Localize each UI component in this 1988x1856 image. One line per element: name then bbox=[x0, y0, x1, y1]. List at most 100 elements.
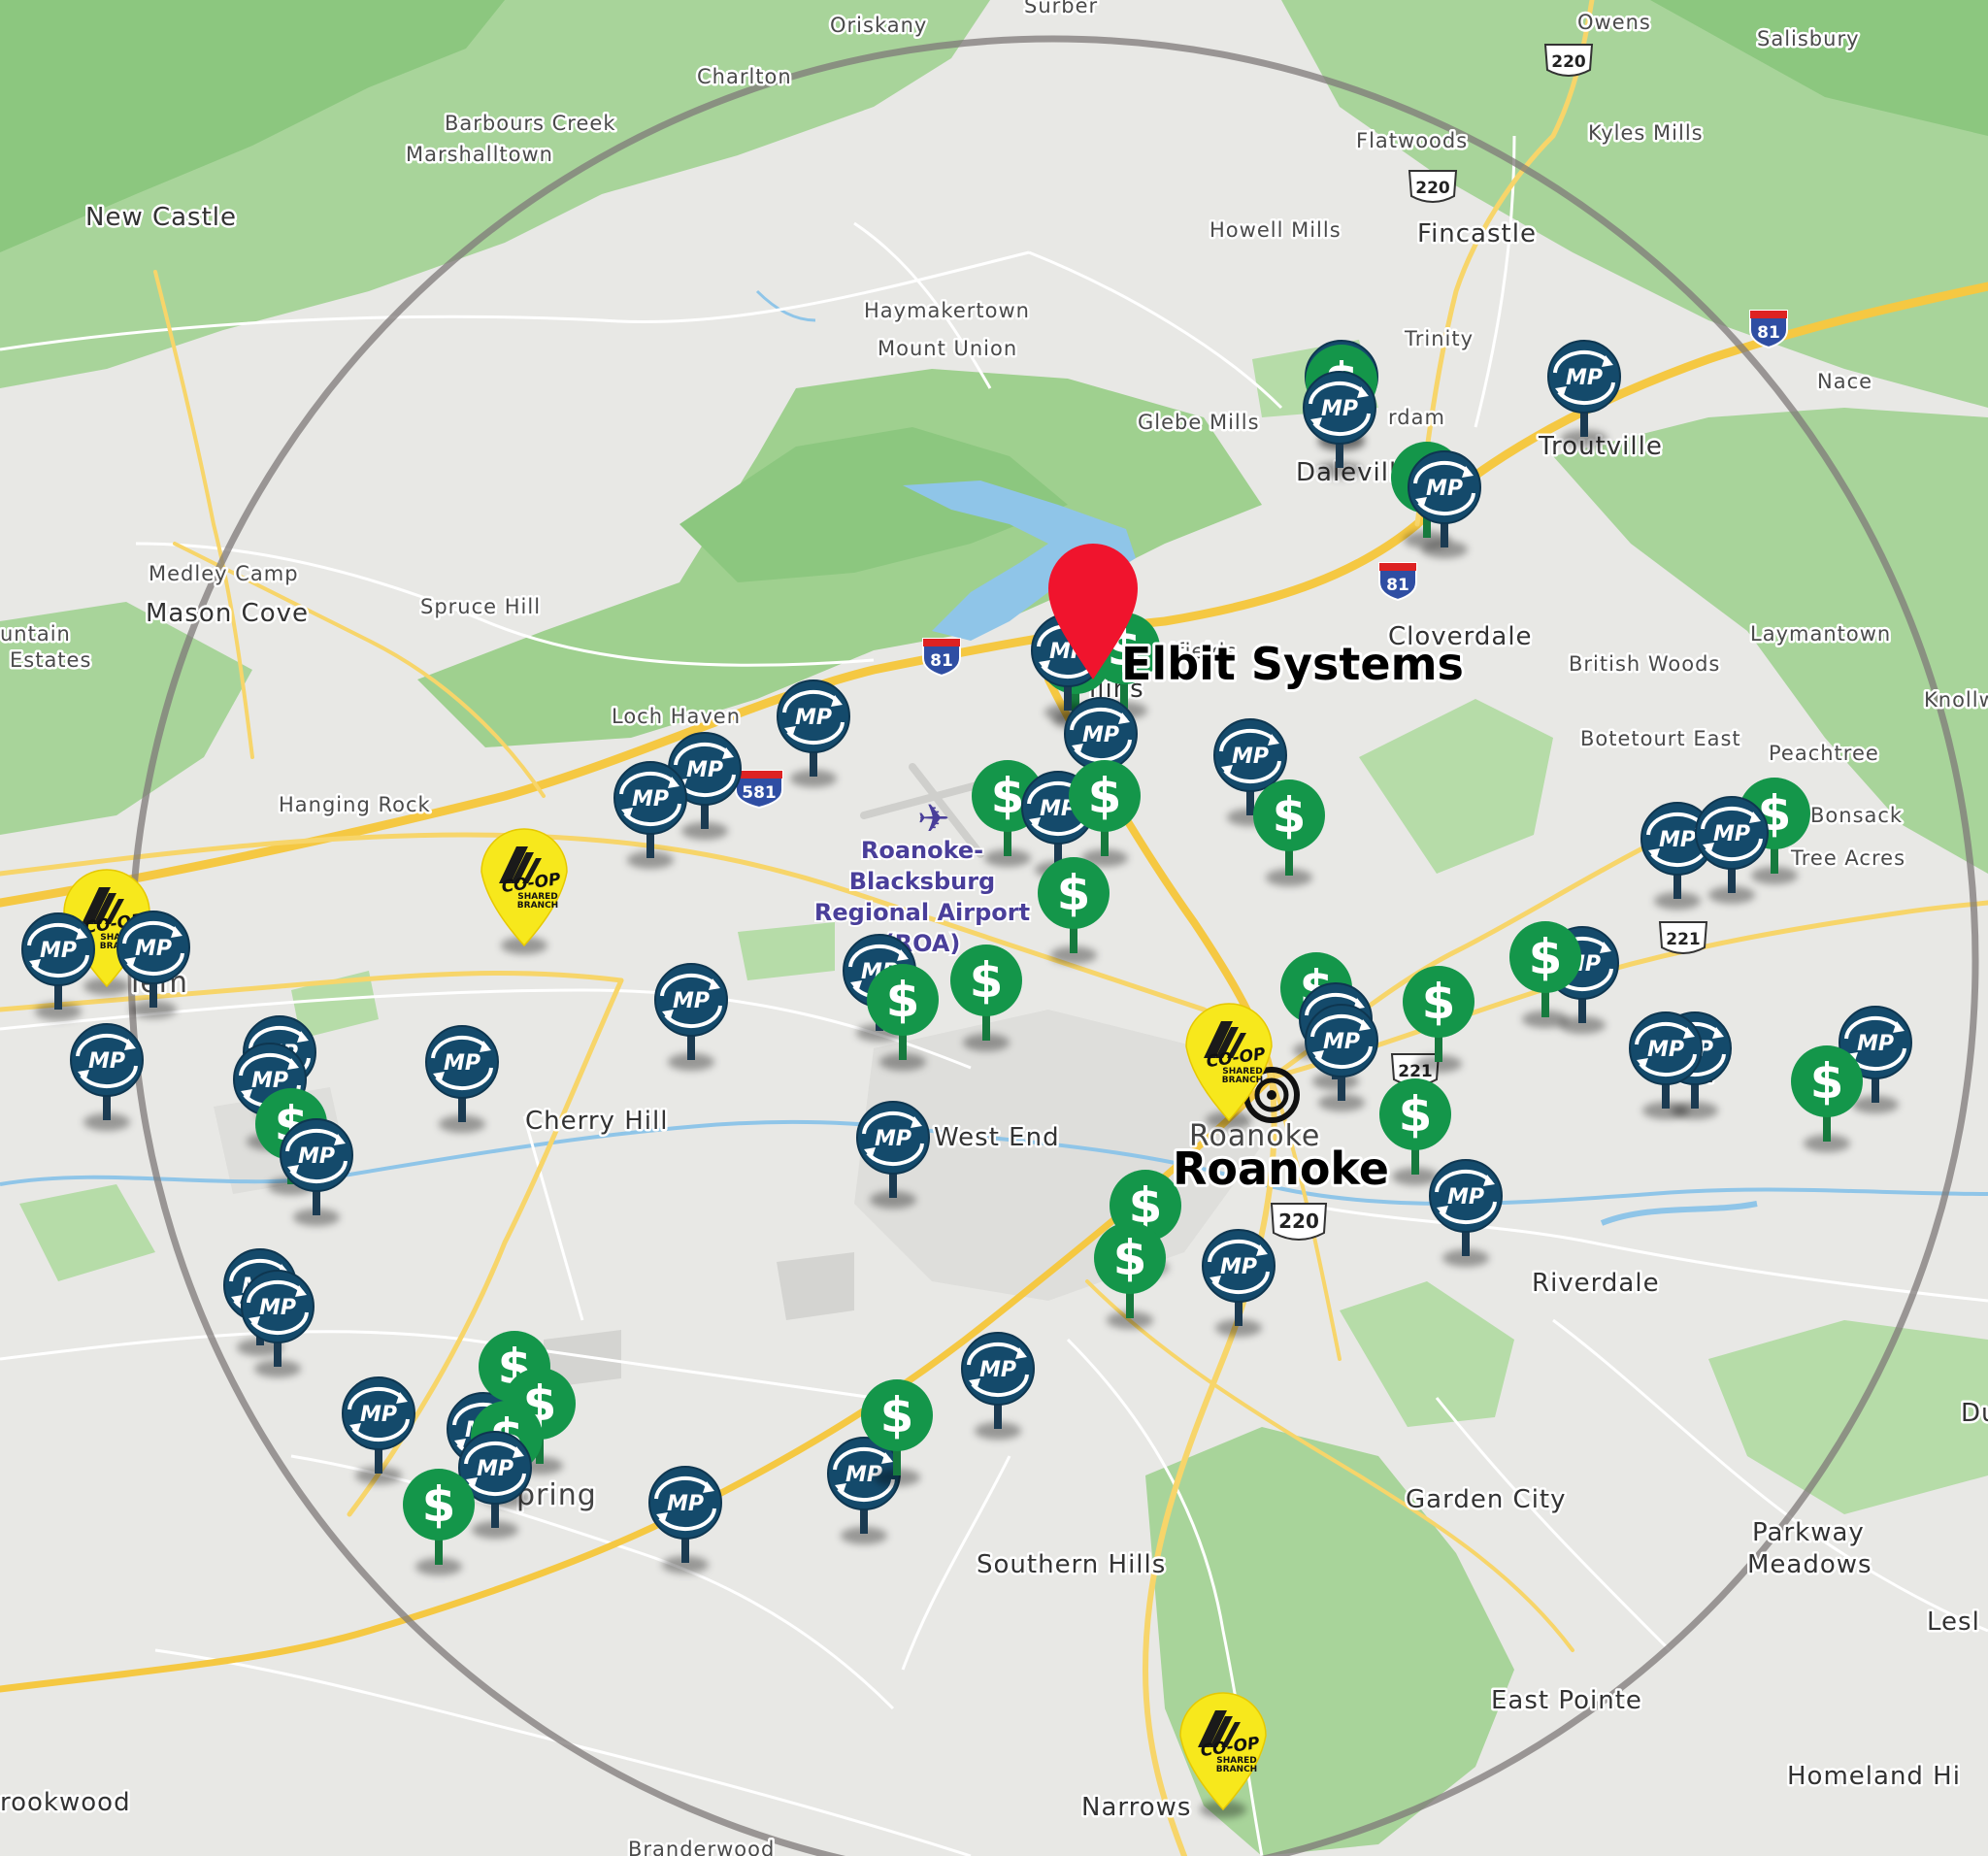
svg-text:$: $ bbox=[1273, 787, 1307, 844]
place-botetourt-east: Botetourt East bbox=[1580, 727, 1741, 750]
place-owens: Owens bbox=[1577, 11, 1651, 34]
svg-text:MP: MP bbox=[135, 937, 172, 961]
svg-text:MP: MP bbox=[1659, 828, 1696, 852]
place-kyles-mills: Kyles Mills bbox=[1588, 121, 1704, 145]
place-oriskany: Oriskany bbox=[830, 14, 927, 37]
target-label: Elbit Systems bbox=[1121, 638, 1464, 690]
place-narrows: Narrows bbox=[1081, 1793, 1191, 1822]
svg-text:$: $ bbox=[970, 952, 1004, 1009]
place-medley-camp: Medley Camp bbox=[149, 562, 299, 585]
shield-us220-a: 220 bbox=[1543, 44, 1594, 77]
svg-text:MP: MP bbox=[1857, 1032, 1894, 1056]
place-untain: untain bbox=[0, 622, 71, 646]
place-fincastle: Fincastle bbox=[1417, 219, 1537, 249]
shield-us220-c: 220 bbox=[1270, 1203, 1328, 1241]
place-trinity: Trinity bbox=[1404, 327, 1474, 350]
svg-text:MP: MP bbox=[1232, 745, 1269, 769]
place-marshalltown: Marshalltown bbox=[406, 143, 553, 166]
svg-text:81: 81 bbox=[930, 651, 953, 671]
place-barbours-creek: Barbours Creek bbox=[445, 112, 615, 135]
place-du: Du bbox=[1961, 1399, 1988, 1428]
place-amsterdam: rdam bbox=[1388, 406, 1445, 429]
place-tree-acres: Tree Acres bbox=[1790, 846, 1905, 870]
place-lesl: Lesl bbox=[1927, 1607, 1980, 1637]
svg-text:MP: MP bbox=[1082, 723, 1119, 747]
city-label-roanoke: Roanoke bbox=[1173, 1143, 1389, 1195]
place-charlton: Charlton bbox=[697, 65, 792, 88]
svg-text:220: 220 bbox=[1278, 1210, 1319, 1233]
place-east-pointe: East Pointe bbox=[1491, 1686, 1642, 1715]
svg-text:220: 220 bbox=[1415, 179, 1450, 198]
airport-label-line-2: Blacksburg bbox=[849, 868, 995, 895]
svg-text:MP: MP bbox=[1713, 822, 1750, 846]
place-glebe-mills: Glebe Mills bbox=[1138, 411, 1260, 434]
airport-label-line-1: Roanoke- bbox=[861, 837, 983, 864]
place-loch-haven: Loch Haven bbox=[612, 705, 741, 728]
place-salisbury: Salisbury bbox=[1757, 27, 1860, 50]
svg-text:MP: MP bbox=[88, 1049, 125, 1074]
svg-text:$: $ bbox=[1057, 865, 1091, 921]
svg-text:MP: MP bbox=[477, 1457, 514, 1481]
svg-text:$: $ bbox=[1422, 974, 1456, 1030]
svg-text:221: 221 bbox=[1666, 930, 1701, 949]
place-meadows: Meadows bbox=[1747, 1550, 1872, 1579]
shield-i81-b: 81 bbox=[1378, 562, 1417, 602]
svg-text:581: 581 bbox=[742, 783, 777, 803]
svg-text:$: $ bbox=[1529, 929, 1563, 985]
place-nace: Nace bbox=[1817, 370, 1872, 393]
airport-icon: ✈ bbox=[917, 797, 950, 842]
svg-text:BRANCH: BRANCH bbox=[517, 901, 558, 911]
place-flatwoods: Flatwoods bbox=[1356, 129, 1468, 152]
place-parkway: Parkway bbox=[1752, 1518, 1865, 1547]
svg-text:220: 220 bbox=[1551, 52, 1586, 72]
svg-text:MP: MP bbox=[1426, 477, 1463, 501]
svg-text:$: $ bbox=[1399, 1086, 1433, 1143]
svg-text:MP: MP bbox=[1447, 1185, 1484, 1210]
place-peachtree: Peachtree bbox=[1769, 742, 1879, 765]
place-riverdale: Riverdale bbox=[1532, 1269, 1660, 1298]
svg-text:MP: MP bbox=[795, 706, 832, 730]
svg-text:$: $ bbox=[991, 768, 1025, 824]
svg-text:$: $ bbox=[1088, 768, 1122, 824]
svg-text:MP: MP bbox=[360, 1403, 397, 1427]
svg-text:MP: MP bbox=[686, 758, 723, 782]
svg-text:MP: MP bbox=[632, 787, 669, 812]
svg-text:BRANCH: BRANCH bbox=[1216, 1765, 1257, 1774]
shield-us220-b: 220 bbox=[1408, 170, 1458, 203]
airport-label-line-3: Regional Airport bbox=[814, 899, 1030, 926]
svg-text:MP: MP bbox=[875, 1127, 911, 1151]
svg-text:$: $ bbox=[886, 972, 920, 1028]
place-mount-union: Mount Union bbox=[878, 337, 1017, 360]
place-spring-partial: pring bbox=[516, 1478, 597, 1512]
map-canvas[interactable]: ✈ New Castle Oriskany Surber Owens Salis… bbox=[0, 0, 1988, 1856]
svg-text:MP: MP bbox=[979, 1358, 1016, 1382]
svg-text:81: 81 bbox=[1386, 576, 1409, 595]
svg-text:MP: MP bbox=[1647, 1038, 1684, 1062]
place-rookwood: rookwood bbox=[0, 1788, 131, 1817]
place-knollw: Knollw bbox=[1924, 688, 1988, 712]
place-cherry-hill: Cherry Hill bbox=[525, 1107, 668, 1136]
svg-text:MP: MP bbox=[1323, 1030, 1360, 1054]
svg-text:BRANCH: BRANCH bbox=[1222, 1076, 1263, 1085]
svg-text:MP: MP bbox=[259, 1296, 296, 1320]
place-haymakertown: Haymakertown bbox=[864, 299, 1030, 322]
place-british-woods: British Woods bbox=[1569, 652, 1720, 676]
svg-text:81: 81 bbox=[1757, 323, 1780, 343]
shield-i81-c: 81 bbox=[1749, 310, 1788, 349]
svg-text:MP: MP bbox=[298, 1144, 335, 1169]
place-laymantown: Laymantown bbox=[1750, 622, 1891, 646]
place-estates: Estates bbox=[10, 648, 91, 672]
shield-us221-b: 221 bbox=[1658, 921, 1708, 954]
place-branderwood: Branderwood bbox=[628, 1838, 775, 1856]
shield-i581: 581 bbox=[735, 770, 783, 810]
shield-i81-a: 81 bbox=[922, 638, 961, 678]
svg-text:MP: MP bbox=[1566, 366, 1603, 390]
place-spruce-hill: Spruce Hill bbox=[420, 595, 541, 618]
place-new-castle: New Castle bbox=[85, 203, 237, 232]
svg-text:MP: MP bbox=[1220, 1255, 1257, 1279]
svg-text:$: $ bbox=[880, 1387, 914, 1443]
place-garden-city: Garden City bbox=[1406, 1485, 1567, 1514]
svg-text:$: $ bbox=[1810, 1053, 1844, 1110]
place-west-end: West End bbox=[934, 1123, 1060, 1152]
svg-text:MP: MP bbox=[667, 1492, 704, 1516]
